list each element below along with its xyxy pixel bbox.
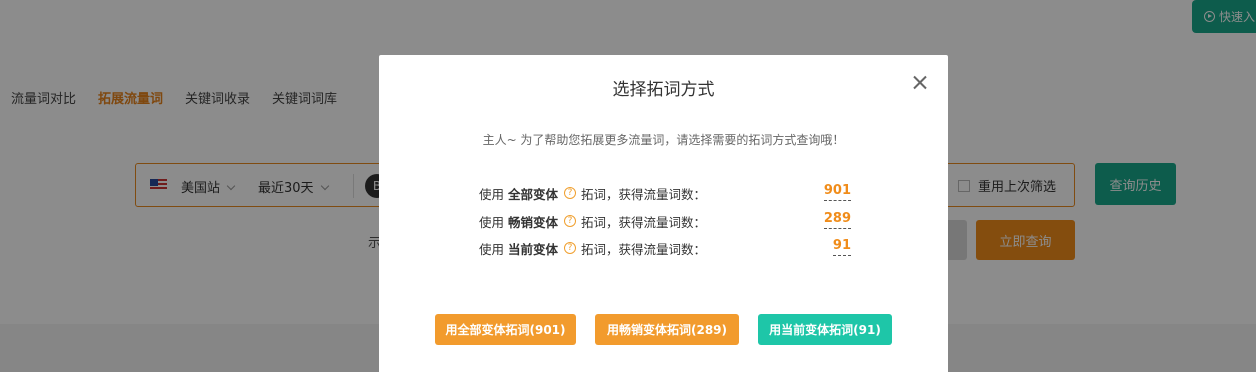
option-row-bestseller: 使用 畅销变体 ? 拓词，获得流量词数： 289 <box>479 210 851 232</box>
option-suffix: 拓词，获得流量词数： <box>581 186 707 202</box>
option-count: 901 <box>823 182 851 201</box>
option-prefix: 使用 <box>479 214 505 230</box>
question-icon[interactable]: ? <box>564 215 577 227</box>
option-prefix: 使用 <box>479 241 505 257</box>
dialog-intro: 主人~ 为了帮助您拓展更多流量词，请选择需要的拓词方式查询哦！ <box>482 133 845 147</box>
expand-bestseller-variants-button[interactable]: 用畅销变体拓词(289) <box>595 314 739 345</box>
option-count: 91 <box>832 237 851 256</box>
expand-all-variants-button[interactable]: 用全部变体拓词(901) <box>435 314 576 345</box>
question-icon[interactable]: ? <box>564 242 577 254</box>
option-variant: 畅销变体 <box>508 214 559 230</box>
option-prefix: 使用 <box>479 186 505 202</box>
expand-current-variant-button[interactable]: 用当前变体拓词(91) <box>758 314 892 345</box>
option-suffix: 拓词，获得流量词数： <box>581 214 707 230</box>
option-variant: 当前变体 <box>508 241 559 257</box>
option-row-current: 使用 当前变体 ? 拓词，获得流量词数： 91 <box>479 237 851 259</box>
expand-method-dialog: 选择拓词方式 主人~ 为了帮助您拓展更多流量词，请选择需要的拓词方式查询哦！ 使… <box>379 55 948 372</box>
option-suffix: 拓词，获得流量词数： <box>581 241 707 257</box>
option-count: 289 <box>823 210 851 229</box>
close-icon[interactable] <box>910 73 930 93</box>
option-variant: 全部变体 <box>508 186 559 202</box>
question-icon[interactable]: ? <box>564 187 577 199</box>
dialog-title: 选择拓词方式 <box>612 80 715 100</box>
option-row-all: 使用 全部变体 ? 拓词，获得流量词数： 901 <box>479 182 851 204</box>
